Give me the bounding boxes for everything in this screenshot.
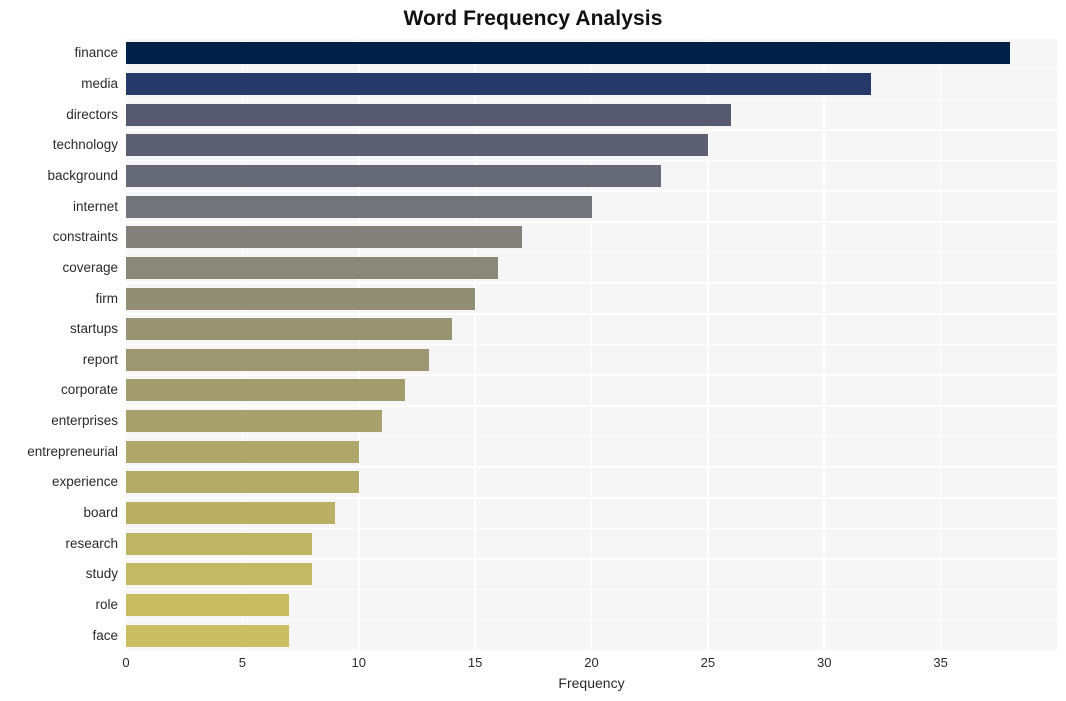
gridline-horizontal <box>126 98 1057 101</box>
gridline-horizontal <box>126 435 1057 438</box>
chart-title: Word Frequency Analysis <box>403 7 663 30</box>
x-axis-title: Frequency <box>558 675 625 691</box>
gridline-horizontal <box>126 282 1057 284</box>
x-tick-label: 20 <box>584 655 599 670</box>
y-tick-label: finance <box>74 45 118 61</box>
bar <box>126 318 452 341</box>
gridline-horizontal <box>126 38 1057 39</box>
bar <box>126 287 476 310</box>
y-tick-label: technology <box>52 137 118 153</box>
gridline-horizontal <box>126 159 1057 162</box>
y-tick-label: report <box>82 351 118 367</box>
y-tick-label: board <box>83 505 118 521</box>
gridline-horizontal <box>126 129 1057 131</box>
gridline-horizontal <box>126 466 1057 468</box>
x-tick-label: 30 <box>817 655 832 670</box>
y-tick-label: media <box>81 75 118 91</box>
y-tick-label: role <box>95 597 118 613</box>
gridline-horizontal <box>126 588 1057 591</box>
gridline-horizontal <box>126 650 1057 651</box>
y-tick-label: research <box>65 535 118 551</box>
gridline-horizontal <box>126 558 1057 560</box>
gridline-horizontal <box>126 251 1057 254</box>
bar <box>126 471 359 494</box>
y-tick-label: directors <box>66 106 118 122</box>
y-tick-label: enterprises <box>51 413 118 429</box>
gridline-horizontal <box>126 527 1057 530</box>
gridline-horizontal <box>126 619 1057 622</box>
x-tick-label: 35 <box>933 655 948 670</box>
x-tick-label: 0 <box>122 655 130 670</box>
bar <box>126 256 499 279</box>
x-tick-label: 15 <box>467 655 483 670</box>
bar <box>126 164 662 187</box>
x-tick-label: 10 <box>351 655 366 670</box>
gridline-horizontal <box>126 405 1057 407</box>
bar <box>126 594 289 617</box>
y-tick-label: startups <box>69 321 118 337</box>
gridline-horizontal <box>126 190 1057 193</box>
bar <box>126 440 359 463</box>
bar <box>126 134 708 157</box>
y-tick-label: firm <box>95 290 119 306</box>
gridline-horizontal <box>126 67 1057 70</box>
y-tick-label: corporate <box>60 382 118 398</box>
gridline-horizontal <box>126 221 1057 223</box>
y-tick-label: experience <box>51 474 118 490</box>
y-tick-label: constraints <box>52 229 118 245</box>
gridline-horizontal <box>126 496 1057 499</box>
gridline-horizontal <box>126 343 1057 346</box>
bar <box>126 42 1011 65</box>
bar <box>126 563 313 586</box>
y-tick-label: face <box>92 627 118 643</box>
bar <box>126 226 522 249</box>
bar <box>126 195 592 218</box>
x-axis-tick-labels: 0 5 10 15 20 25 30 35 <box>122 655 1057 675</box>
gridline-horizontal <box>126 374 1057 376</box>
bar <box>126 348 429 371</box>
y-tick-label: entrepreneurial <box>27 443 118 459</box>
x-tick-label: 25 <box>700 655 716 670</box>
bar <box>126 410 383 433</box>
bar <box>126 379 406 402</box>
chart-figure: Word Frequency Analysis finance media dire… <box>0 0 1066 701</box>
y-tick-label: background <box>47 167 118 183</box>
bar <box>126 624 289 647</box>
gridline-horizontal <box>126 313 1057 315</box>
y-tick-label: internet <box>72 198 118 214</box>
bar <box>126 532 313 555</box>
x-tick-label: 5 <box>238 655 246 670</box>
plot-area <box>126 38 1057 651</box>
y-axis-tick-labels: finance media directors technology backgroun… <box>0 38 118 651</box>
bar <box>126 502 336 525</box>
y-tick-label: coverage <box>62 259 118 275</box>
bar <box>126 103 732 126</box>
y-tick-label: study <box>85 566 118 582</box>
bar <box>126 72 871 95</box>
